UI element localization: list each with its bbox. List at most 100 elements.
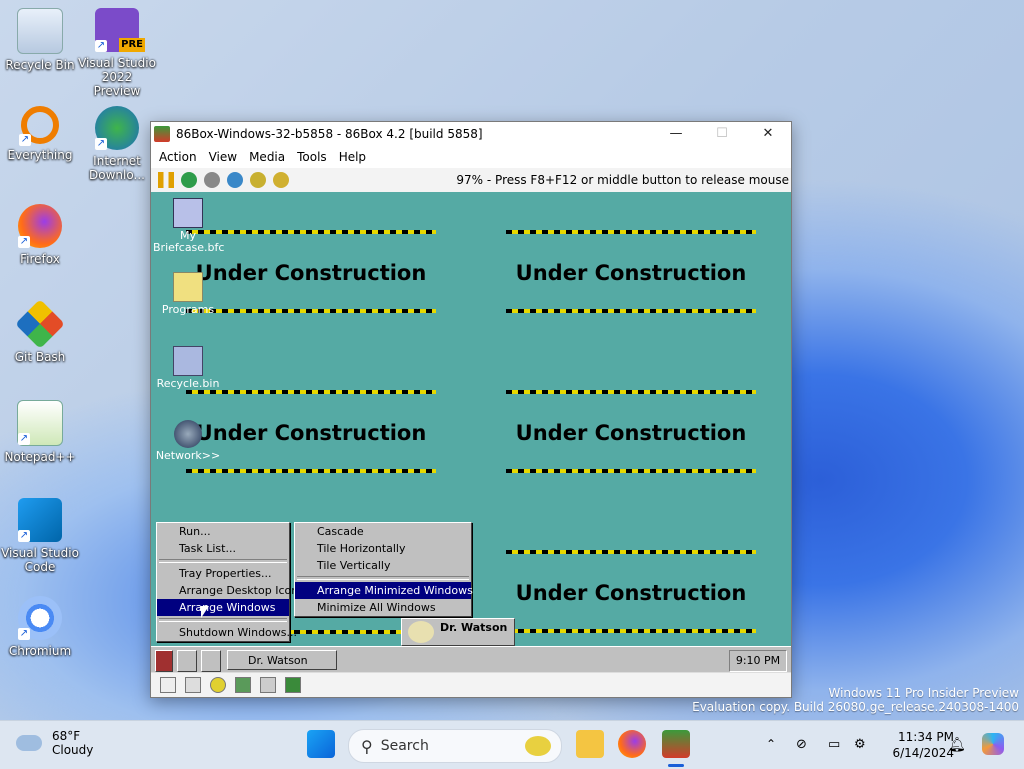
firefox-taskbar-icon[interactable] <box>618 730 646 758</box>
system-clock[interactable]: 11:34 PM 6/14/2024 <box>892 729 954 761</box>
file-explorer-icon[interactable] <box>576 730 604 758</box>
under-construction-banner: Under Construction <box>186 390 436 473</box>
cloud-icon <box>16 735 42 751</box>
desktop-icon-chromium[interactable]: ↗ Chromium <box>0 596 80 658</box>
guest-quicklaunch-icon[interactable] <box>201 650 221 672</box>
menu-item-cascade[interactable]: Cascade <box>295 523 471 540</box>
menu-item-tile-vertically[interactable]: Tile Vertically <box>295 557 471 574</box>
guest-start-button[interactable] <box>155 650 173 672</box>
cdrom-icon[interactable] <box>210 677 226 693</box>
guest-icon-programs[interactable]: Programs <box>153 272 223 316</box>
copilot-icon[interactable] <box>982 733 1004 755</box>
menu-action[interactable]: Action <box>153 150 203 164</box>
guest-icon-recycle-bin[interactable]: Recycle.bin <box>153 346 223 390</box>
guest-quicklaunch-icon[interactable] <box>177 650 197 672</box>
under-construction-banner: Under Construction <box>506 390 756 473</box>
menu-separator <box>159 559 287 563</box>
clock-time: 11:34 PM <box>898 730 954 744</box>
menu-item-shutdown-windows[interactable]: Shutdown Windows... <box>157 624 297 641</box>
settings-icon[interactable] <box>273 172 289 188</box>
notification-bell-icon[interactable]: 🔔︎ <box>948 737 966 753</box>
weather-temperature: 68°F <box>52 729 81 743</box>
dr-watson-minimized[interactable]: Dr. Watson <box>401 618 515 646</box>
desktop-icon-label: Internet Downlo... <box>89 154 145 182</box>
86box-app-icon <box>154 126 170 142</box>
menu-media[interactable]: Media <box>243 150 291 164</box>
menu-item-run[interactable]: Run... <box>157 523 289 540</box>
pause-icon[interactable] <box>158 172 174 188</box>
minimize-button[interactable]: — <box>653 122 699 146</box>
menu-item-arrange-desktop-icons[interactable]: Arrange Desktop Icons <box>157 582 304 599</box>
chromium-icon: ↗ <box>18 596 62 640</box>
desktop-icon-label: Firefox <box>20 252 60 266</box>
emulator-window[interactable]: 86Box-Windows-32-b5858 - 86Box 4.2 [buil… <box>150 121 792 698</box>
desktop-icon-recycle-bin[interactable]: Recycle Bin <box>0 8 80 72</box>
shortcut-arrow-icon: ↗ <box>18 433 30 445</box>
display-icon[interactable]: ▭ <box>828 737 840 752</box>
maximize-button[interactable]: ☐ <box>699 122 745 146</box>
desktop-icon-visual-studio-preview[interactable]: PRE ↗ Visual Studio 2022 Preview <box>77 8 157 98</box>
86box-taskbar-icon[interactable] <box>662 730 690 758</box>
desktop-icon-firefox[interactable]: ↗ Firefox <box>0 204 80 266</box>
menu-item-tray-properties[interactable]: Tray Properties... <box>157 565 289 582</box>
dr-watson-label: Dr. Watson <box>440 621 508 634</box>
desktop-icon-internet-download[interactable]: ↗ Internet Downlo... <box>77 106 157 182</box>
recycle-bin-icon <box>17 8 63 54</box>
show-hidden-icons-chevron-icon[interactable]: ⌃ <box>766 737 776 751</box>
desktop-icon-vscode[interactable]: ↗ Visual Studio Code <box>0 498 80 574</box>
menu-bar: Action View Media Tools Help <box>151 146 791 168</box>
magnifier-icon: ↗ <box>19 106 59 146</box>
folder-icon <box>173 272 203 302</box>
power-icon[interactable] <box>204 172 220 188</box>
hard-disk-icon[interactable] <box>260 677 276 693</box>
close-button[interactable]: ✕ <box>745 122 791 146</box>
notepad-plus-plus-icon: ↗ <box>17 400 63 446</box>
shortcut-arrow-icon: ↗ <box>18 236 30 248</box>
git-bash-icon <box>15 299 65 349</box>
guest-icon-my-briefcase[interactable]: My Briefcase.bfc <box>153 198 224 254</box>
ctrl-alt-esc-icon[interactable] <box>250 172 266 188</box>
menu-item-minimize-all[interactable]: Minimize All Windows <box>295 599 471 616</box>
menu-help[interactable]: Help <box>333 150 372 164</box>
firefox-icon: ↗ <box>18 204 62 248</box>
menu-item-tile-horizontally[interactable]: Tile Horizontally <box>295 540 471 557</box>
search-placeholder: Search <box>380 738 429 754</box>
active-app-indicator <box>668 764 684 767</box>
menu-item-arrange-minimized[interactable]: Arrange Minimized Windows <box>295 582 473 599</box>
sound-icon[interactable] <box>285 677 301 693</box>
guest-screen[interactable]: Under Construction Under Construction Un… <box>151 192 791 646</box>
desktop-icon-git-bash[interactable]: Git Bash <box>0 299 80 364</box>
mouse-cursor-icon <box>201 606 209 618</box>
search-box[interactable]: ⚲ Search <box>348 729 562 763</box>
guest-icon-network[interactable]: Network>> <box>153 420 223 462</box>
title-bar[interactable]: 86Box-Windows-32-b5858 - 86Box 4.2 [buil… <box>151 122 791 146</box>
network-icon[interactable] <box>235 677 251 693</box>
shortcut-arrow-icon: ↗ <box>95 40 107 52</box>
network-offline-icon[interactable]: ⊘ <box>796 737 807 752</box>
menu-tools[interactable]: Tools <box>291 150 333 164</box>
clock-date: 6/14/2024 <box>892 746 954 760</box>
desktop-icon-notepad-plus-plus[interactable]: ↗ Notepad++ <box>0 400 80 464</box>
accessibility-icon[interactable]: ⚙ <box>854 737 866 752</box>
menu-item-task-list[interactable]: Task List... <box>157 540 289 557</box>
taskbar: 68°F Cloudy ⚲ Search ⌃ ⊘ ▭ ⚙ 11:34 PM 6/… <box>0 720 1024 769</box>
menu-item-arrange-windows[interactable]: Arrange Windows <box>157 599 289 616</box>
desktop-icon-label: Git Bash <box>14 350 66 364</box>
start-button[interactable] <box>307 730 335 758</box>
floppy-icon[interactable] <box>185 677 201 693</box>
guest-start-menu: Run... Task List... Tray Properties... A… <box>156 522 304 642</box>
under-construction-banner: Under Construction <box>506 230 756 313</box>
weather-widget[interactable]: 68°F Cloudy <box>16 729 93 757</box>
guest-clock: 9:10 PM <box>729 650 787 672</box>
guest-taskbar-dr-watson[interactable]: Dr. Watson <box>227 650 337 670</box>
ctrl-alt-del-icon[interactable] <box>227 172 243 188</box>
desktop-icon-label: Recycle Bin <box>5 58 75 72</box>
menu-view[interactable]: View <box>203 150 243 164</box>
reset-icon[interactable] <box>181 172 197 188</box>
download-globe-icon: ↗ <box>95 106 139 150</box>
desktop-icon-everything[interactable]: ↗ Everything <box>0 106 80 162</box>
shortcut-arrow-icon: ↗ <box>18 628 30 640</box>
toolbar: 97% - Press F8+F12 or middle button to r… <box>151 168 791 192</box>
floppy-icon[interactable] <box>160 677 176 693</box>
under-construction-banner: Under Construction <box>506 550 756 633</box>
